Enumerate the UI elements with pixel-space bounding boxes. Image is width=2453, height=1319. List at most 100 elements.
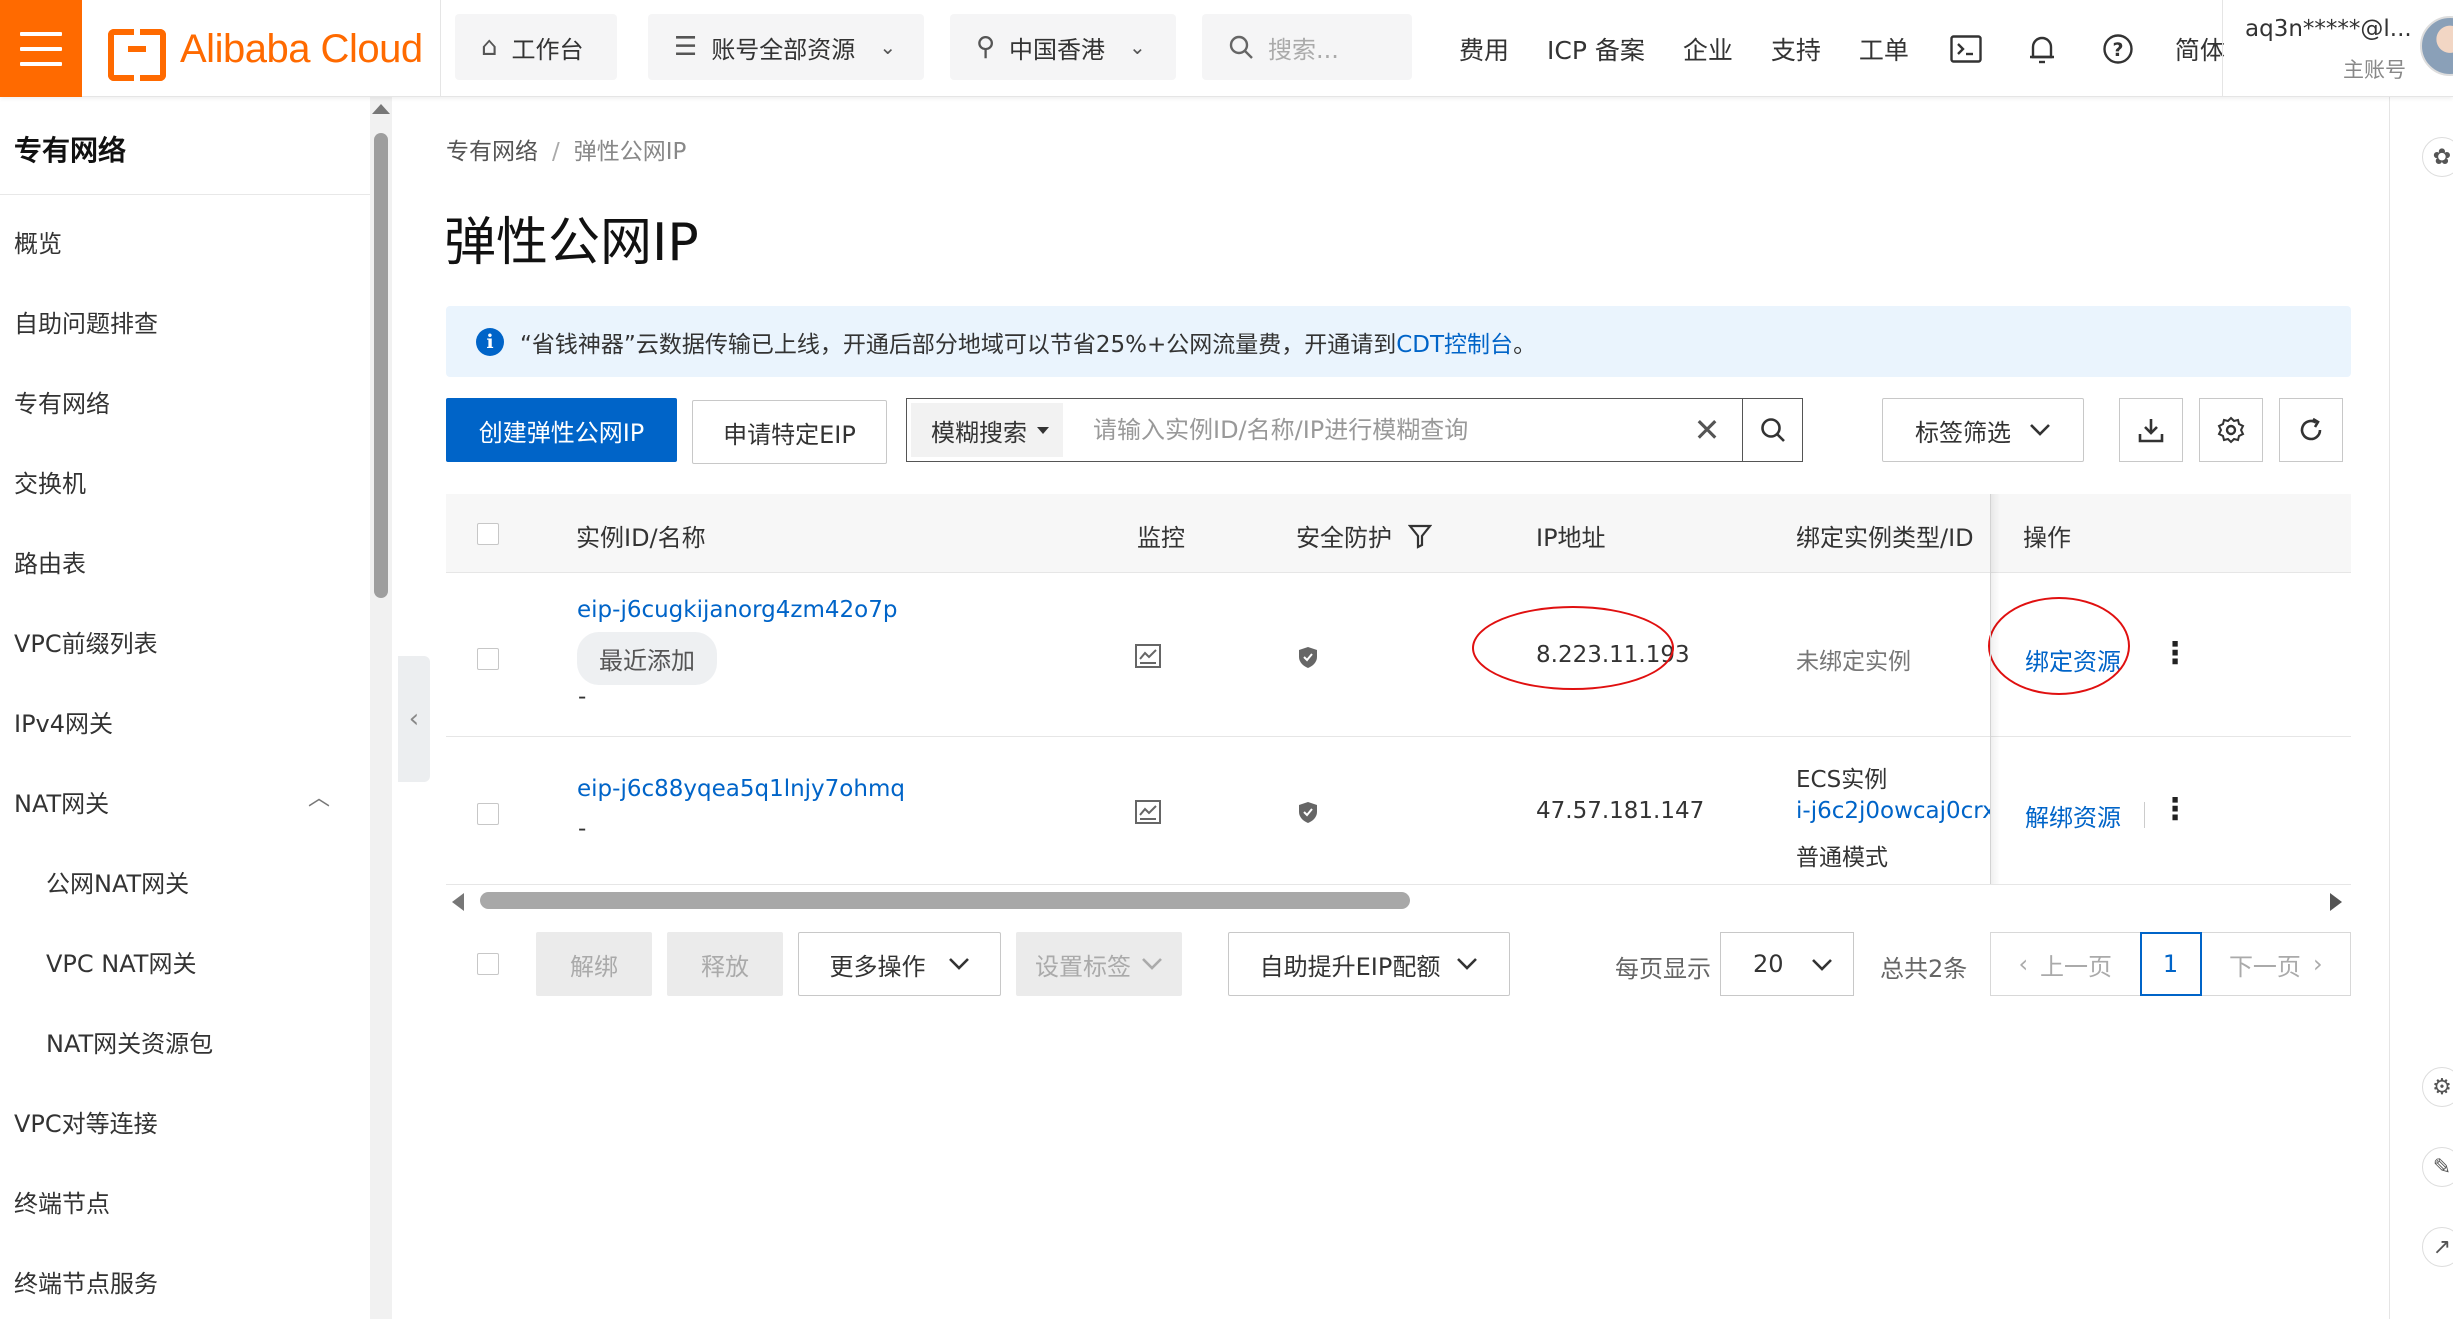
terminal-icon[interactable] [1948,31,1984,67]
refresh-icon [2300,417,2322,441]
alibaba-cloud-logo[interactable]: Alibaba Cloud [108,24,423,81]
sidebar-item-vswitch[interactable]: 交换机 [14,464,86,499]
filter-icon[interactable] [1408,523,1432,549]
sidebar-item-troubleshoot[interactable]: 自助问题排查 [14,304,158,339]
refresh-button[interactable] [2279,398,2343,462]
resources-dropdown[interactable]: ☰ 账号全部资源 ⌄ [648,14,924,80]
sidebar-item-vpc[interactable]: 专有网络 [14,384,110,419]
sidebar-item-public-nat[interactable]: 公网NAT网关 [46,864,189,899]
help-icon[interactable]: ? [2100,31,2136,67]
search-mode-select[interactable]: 模糊搜索 [911,403,1063,457]
avatar[interactable] [2420,16,2453,76]
chevron-up-icon[interactable]: ︿ [308,780,330,812]
create-eip-button[interactable]: 创建弹性公网IP [446,398,677,462]
next-page-button[interactable]: 下一页 › [2202,933,2351,995]
tag-filter-dropdown[interactable]: 标签筛选 [1882,398,2084,462]
prev-page-button[interactable]: ‹ 上一页 [1991,933,2140,995]
bind-instance-id-link[interactable]: i-j6c2j0owcaj0crx8 [1796,798,1990,824]
sidebar-item-endpoint[interactable]: 终端节点 [14,1184,110,1219]
sidebar-item-nat-gateway[interactable]: NAT网关 [14,784,109,819]
cdt-console-link[interactable]: CDT控制台 [1396,325,1513,359]
shield-icon[interactable] [1297,645,1319,669]
shield-icon[interactable] [1297,800,1319,824]
header-ip: IP地址 [1536,524,1606,552]
settings-button[interactable] [2199,398,2263,462]
divider [446,736,2351,737]
chevron-down-icon: ⌄ [1129,35,1146,59]
menu-icon[interactable] [0,0,82,97]
page-size-select[interactable]: 20 [1720,932,1854,996]
breadcrumb-current: 弹性公网IP [573,139,687,165]
select-all-checkbox-bottom[interactable] [477,953,499,975]
chat-assistant-icon[interactable]: ✿ [2422,137,2453,177]
breadcrumb-parent[interactable]: 专有网络 [446,139,538,165]
right-rail: ✿ ⚙ ✎ ↗ [2389,97,2453,1319]
select-all-checkbox[interactable] [477,523,499,545]
search-button[interactable] [1742,399,1802,461]
scroll-left-arrow-icon[interactable] [452,893,464,911]
clear-icon[interactable]: ✕ [1672,399,1742,461]
row-checkbox[interactable] [477,803,499,825]
workbench-button[interactable]: ⌂ 工作台 [455,14,617,80]
eip-name: - [578,684,587,710]
unbind-button[interactable]: 解绑 [536,932,652,996]
table-scrollbar-thumb[interactable] [480,892,1410,909]
logo-text: Alibaba Cloud [180,26,423,71]
chevron-down-icon [2030,424,2050,436]
unbind-resource-link[interactable]: 解绑资源 [2025,798,2121,833]
per-page-label: 每页显示 [1615,955,1711,983]
more-actions-icon[interactable]: ⋮ [2160,636,2190,671]
user-menu[interactable]: aq3n*****@l... 主账号 [2222,0,2412,97]
monitor-chart-icon[interactable] [1134,799,1162,825]
more-actions-icon[interactable]: ⋮ [2160,792,2190,827]
release-button[interactable]: 释放 [667,932,783,996]
sidebar-item-vpc-nat[interactable]: VPC NAT网关 [46,944,196,979]
support-link[interactable]: 支持 [1752,31,1840,67]
enterprise-link[interactable]: 企业 [1664,31,1752,67]
collapse-sidebar-button[interactable]: ‹ [398,656,430,782]
sidebar-item-ipv4-gateway[interactable]: IPv4网关 [14,704,113,739]
icp-link[interactable]: ICP 备案 [1528,31,1664,67]
sidebar-scrollbar-thumb[interactable] [374,133,388,598]
sidebar-item-overview[interactable]: 概览 [14,224,62,259]
more-actions-dropdown[interactable]: 更多操作 [798,932,1001,996]
ticket-link[interactable]: 工单 [1840,31,1928,67]
header-bind: 绑定实例类型/ID [1796,524,1974,552]
page-number-current[interactable]: 1 [2139,932,2202,996]
pagination: ‹ 上一页 1 下一页 › [1990,932,2351,996]
bind-instance-type: ECS实例 [1796,767,1888,793]
sidebar-item-nat-package[interactable]: NAT网关资源包 [46,1024,213,1059]
sidebar-item-route-table[interactable]: 路由表 [14,544,86,579]
more-actions-label: 更多操作 [829,952,926,981]
row-checkbox[interactable] [477,648,499,670]
quota-dropdown[interactable]: 自助提升EIP配额 [1228,932,1510,996]
divider [440,0,441,97]
feedback-icon[interactable]: ✎ [2422,1147,2453,1187]
download-button[interactable] [2119,398,2183,462]
sidebar-item-prefix-list[interactable]: VPC前缀列表 [14,624,158,659]
notice-end: 。 [1513,331,1537,358]
monitor-chart-icon[interactable] [1134,643,1162,669]
fees-link[interactable]: 费用 [1440,31,1528,67]
divider [2144,802,2145,828]
scroll-up-arrow-icon[interactable] [372,104,390,114]
sidebar-item-vpc-peering[interactable]: VPC对等连接 [14,1104,158,1139]
bell-icon[interactable] [2024,31,2060,67]
search-input[interactable] [1063,399,1672,461]
sidebar-item-endpoint-service[interactable]: 终端节点服务 [14,1264,158,1299]
apply-eip-button[interactable]: 申请特定EIP [692,400,887,464]
eip-id-link[interactable]: eip-j6cugkijanorg4zm42o7p [577,597,897,623]
scroll-right-arrow-icon[interactable] [2330,893,2342,911]
header-instance-id: 实例ID/名称 [576,524,706,552]
logo-mark-icon [108,29,166,81]
search-icon [1760,418,1785,442]
share-icon[interactable]: ↗ [2422,1227,2453,1267]
set-tag-dropdown[interactable]: 设置标签 [1016,932,1182,996]
region-dropdown[interactable]: ⚲ 中国香港 ⌄ [950,14,1176,80]
svg-text:?: ? [2112,39,2123,61]
eip-id-link[interactable]: eip-j6c88yqea5q1lnjy7ohmq [577,776,905,802]
chevron-down-icon [1812,959,1832,971]
gear-icon[interactable]: ⚙ [2422,1067,2453,1107]
global-search[interactable]: 搜索... [1202,14,1412,80]
user-name: aq3n*****@l... [2245,16,2412,42]
